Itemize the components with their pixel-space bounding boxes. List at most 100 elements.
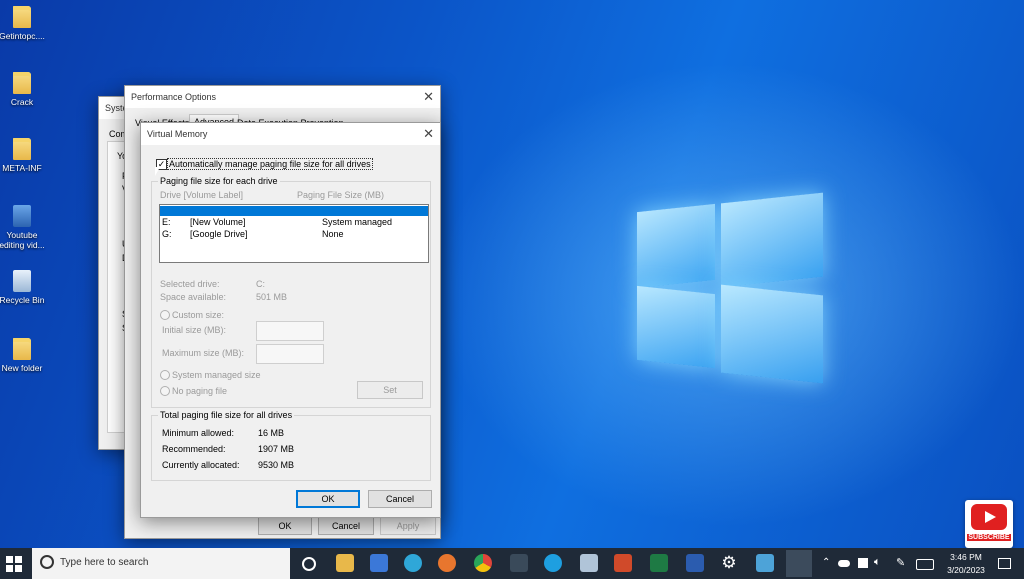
powerpoint-icon[interactable] xyxy=(614,554,632,572)
space-available-label: Space available: xyxy=(160,292,227,302)
column-size: Paging File Size (MB) xyxy=(297,190,385,200)
drive-label: [Google Drive] xyxy=(190,229,248,239)
system-icon[interactable] xyxy=(786,550,812,577)
drive-size: System managed xyxy=(322,217,393,227)
shortcut-icon xyxy=(13,205,31,227)
tray-overflow-icon[interactable]: ⌃ xyxy=(822,557,830,568)
maximum-size-input[interactable] xyxy=(256,344,324,364)
min-allowed-value: 16 MB xyxy=(258,428,285,438)
system-managed-radio[interactable] xyxy=(160,370,170,380)
drive-list[interactable]: E: [New Volume] System managed G: [Googl… xyxy=(159,204,429,263)
desktop-icon-meta-inf[interactable]: META-INF xyxy=(0,138,54,173)
maximum-size-label: Maximum size (MB): xyxy=(162,348,245,358)
column-drive: Drive [Volume Label] xyxy=(160,190,244,200)
search-placeholder: Type here to search xyxy=(60,557,149,568)
recycle-bin-icon xyxy=(13,270,31,292)
volume-icon[interactable]: 🔈︎ xyxy=(874,556,881,569)
drive-row[interactable]: G: [Google Drive] None xyxy=(162,229,344,239)
desktop-icon-label: Youtube editing vid... xyxy=(0,230,45,250)
drive-letter: E: xyxy=(162,217,171,227)
firefox-icon[interactable] xyxy=(438,554,456,572)
virtual-memory-dialog: Virtual Memory ✕ ✓ Automatically manage … xyxy=(140,122,441,518)
desktop-icon-recycle-bin[interactable]: Recycle Bin xyxy=(0,270,54,305)
ok-button[interactable]: OK xyxy=(258,517,312,535)
keyboard-icon[interactable] xyxy=(916,559,934,570)
youtube-play-icon xyxy=(971,504,1007,530)
set-button[interactable]: Set xyxy=(357,381,423,399)
window-title: Virtual Memory xyxy=(141,123,440,145)
subscribe-label: SUBSCRIBE xyxy=(967,534,1011,541)
desktop-icon-youtube[interactable]: Youtube editing vid... xyxy=(0,205,54,250)
network-icon[interactable] xyxy=(858,558,868,568)
space-available-value: 501 MB xyxy=(256,292,288,302)
initial-size-label: Initial size (MB): xyxy=(162,325,227,335)
store-icon[interactable] xyxy=(370,554,388,572)
currently-allocated-value: 9530 MB xyxy=(258,460,295,470)
close-icon[interactable]: ✕ xyxy=(423,89,434,105)
cancel-button[interactable]: Cancel xyxy=(368,490,432,508)
folder-icon xyxy=(13,72,31,94)
task-view-icon[interactable] xyxy=(302,557,316,571)
skype-icon[interactable] xyxy=(544,554,562,572)
close-icon[interactable]: ✕ xyxy=(423,126,434,142)
paint-icon[interactable] xyxy=(756,554,774,572)
drive-row-selected[interactable] xyxy=(160,206,428,216)
desktop-icon-label: New folder xyxy=(1,363,43,373)
window-title: Performance Options xyxy=(125,86,440,108)
folder-icon xyxy=(13,138,31,160)
desktop-icon-label: Crack xyxy=(10,97,34,107)
drive-letter: G: xyxy=(162,229,172,239)
onedrive-icon[interactable] xyxy=(838,560,850,567)
no-paging-label: No paging file xyxy=(172,386,228,396)
desktop-icon-label: META-INF xyxy=(2,163,42,173)
clock-date[interactable]: 3/20/2023 xyxy=(944,565,988,575)
file-explorer-icon[interactable] xyxy=(336,554,354,572)
taskbar: Type here to search ⚙ ⌃ 🔈︎ ✎ 3:46 PM 3/2… xyxy=(0,548,1024,579)
subscribe-badge[interactable]: SUBSCRIBE xyxy=(965,500,1013,548)
currently-allocated-label: Currently allocated: xyxy=(162,460,240,470)
auto-manage-label[interactable]: Automatically manage paging file size fo… xyxy=(167,158,373,170)
custom-size-radio[interactable] xyxy=(160,310,170,320)
apply-button[interactable]: Apply xyxy=(380,517,436,535)
word-icon[interactable] xyxy=(686,554,704,572)
chrome-icon[interactable] xyxy=(474,554,492,572)
selected-drive-value: C: xyxy=(256,279,265,289)
drive-size: None xyxy=(322,229,344,239)
system-managed-label: System managed size xyxy=(172,370,261,380)
no-paging-radio[interactable] xyxy=(160,386,170,396)
desktop-icon-label: Getintopc.... xyxy=(0,31,45,41)
desktop-icon-crack[interactable]: Crack xyxy=(0,72,54,107)
desktop-icon-getintopc[interactable]: Getintopc.... xyxy=(0,6,54,41)
pen-icon[interactable]: ✎ xyxy=(896,556,905,569)
windows-logo xyxy=(637,192,823,384)
custom-size-label: Custom size: xyxy=(172,310,225,320)
drive-label: [New Volume] xyxy=(190,217,246,227)
recommended-value: 1907 MB xyxy=(258,444,295,454)
selected-drive-label: Selected drive: xyxy=(160,279,220,289)
ok-button[interactable]: OK xyxy=(296,490,360,508)
start-button[interactable] xyxy=(6,556,22,572)
mouse-cursor-icon xyxy=(155,167,160,176)
notepad-icon[interactable] xyxy=(580,554,598,572)
excel-icon[interactable] xyxy=(650,554,668,572)
clock-time[interactable]: 3:46 PM xyxy=(944,552,988,562)
folder-icon xyxy=(13,338,31,360)
settings-icon[interactable]: ⚙ xyxy=(720,554,738,572)
min-allowed-label: Minimum allowed: xyxy=(162,428,235,438)
desktop-icon-label: Recycle Bin xyxy=(0,295,45,305)
paging-file-group: Paging file size for each drive Drive [V… xyxy=(151,176,431,408)
search-box[interactable]: Type here to search xyxy=(32,548,290,579)
initial-size-input[interactable] xyxy=(256,321,324,341)
totals-group: Total paging file size for all drives Mi… xyxy=(151,410,431,481)
windows-start-icon xyxy=(6,556,22,572)
edge-icon[interactable] xyxy=(404,554,422,572)
app-icon[interactable] xyxy=(510,554,528,572)
desktop-icon-new-folder[interactable]: New folder xyxy=(0,338,54,373)
group-title: Total paging file size for all drives xyxy=(158,410,295,420)
group-title: Paging file size for each drive xyxy=(158,176,280,186)
cancel-button[interactable]: Cancel xyxy=(318,517,374,535)
drive-row[interactable]: E: [New Volume] System managed xyxy=(162,217,392,227)
notifications-icon[interactable] xyxy=(998,558,1011,569)
search-icon xyxy=(40,555,54,569)
folder-icon xyxy=(13,6,31,28)
